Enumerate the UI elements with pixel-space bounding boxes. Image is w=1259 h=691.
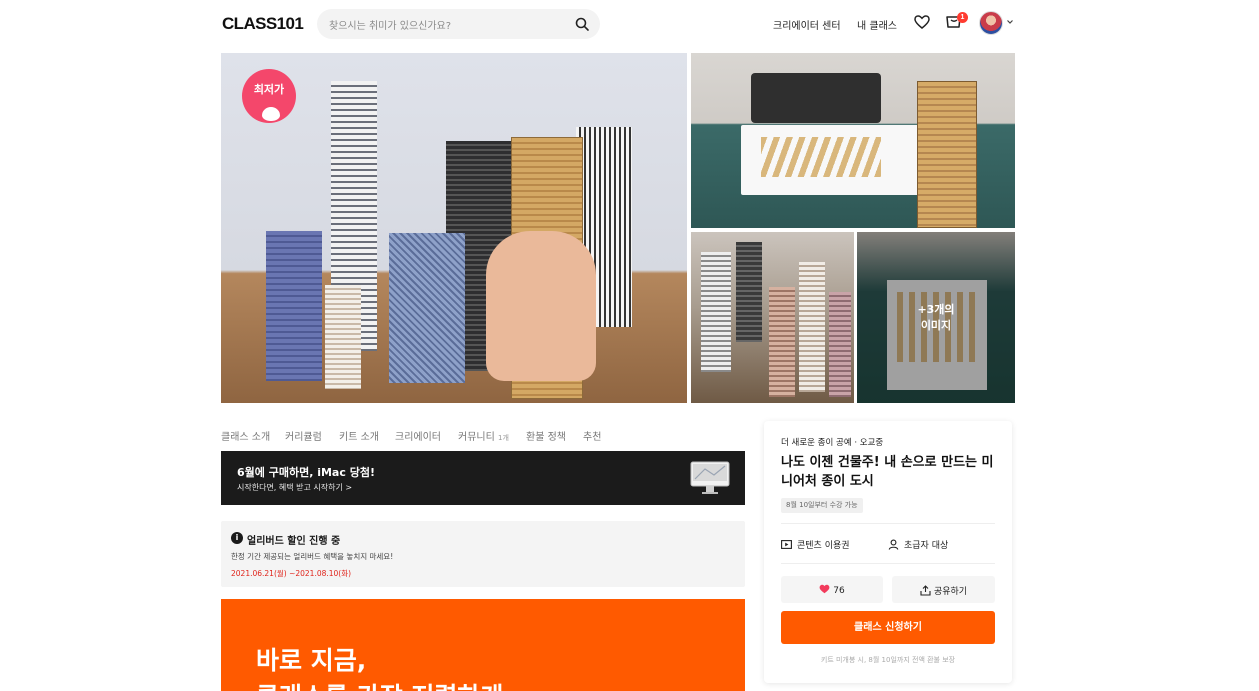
tab-recommend[interactable]: 추천 <box>583 428 601 443</box>
like-count: 76 <box>833 586 845 596</box>
search-bar[interactable]: 찾으시는 취미가 있으신가요? <box>317 9 600 39</box>
more-images-label: +3개의 이미지 <box>917 303 955 332</box>
apply-class-button[interactable]: 클래스 신청하기 <box>781 611 995 644</box>
nav-creator-center[interactable]: 크리에이터 센터 <box>773 17 841 32</box>
start-date-chip: 8월 10일부터 수강 가능 <box>781 498 863 513</box>
top-header: CLASS101 찾으시는 취미가 있으신가요? 크리에이터 센터 내 클래스 … <box>0 0 1259 48</box>
more-images-overlay[interactable]: +3개의 이미지 <box>857 232 1015 403</box>
promo-title: 6월에 구매하면, iMac 당첨! <box>237 466 375 479</box>
banner-headline-2: 클래스를 가장 저렴하게 <box>256 677 503 691</box>
level-info: 초급자 대상 <box>888 538 948 551</box>
tab-class-intro[interactable]: 클래스 소개 <box>221 428 270 443</box>
class-category[interactable]: 더 새로운 종이 공예 · 오교중 <box>781 436 883 448</box>
promo-subtitle[interactable]: 시작한다면, 혜택 받고 시작하기 > <box>237 482 352 493</box>
class-purchase-card: 더 새로운 종이 공예 · 오교중 나도 이젠 건물주! 내 손으로 만드는 미… <box>764 421 1012 683</box>
gallery-photo-2[interactable] <box>691 53 1015 228</box>
imac-icon <box>690 461 730 494</box>
content-pass-label: 콘텐츠 이용권 <box>797 541 850 551</box>
chevron-down-icon[interactable] <box>1006 18 1014 26</box>
cart-count-badge: 1 <box>957 12 968 23</box>
early-bird-title: 얼리버드 할인 진행 중 <box>247 536 341 547</box>
banner-headline-1: 바로 지금, <box>256 646 367 675</box>
refund-guarantee-note: 키트 미개봉 시, 8월 10일까지 전액 환불 보장 <box>820 656 956 664</box>
lowest-price-badge: 최저가 <box>242 69 296 123</box>
gallery-photo-3[interactable] <box>691 232 854 403</box>
nav-my-class[interactable]: 내 클래스 <box>857 17 897 32</box>
main-photo[interactable]: 최저가 <box>221 53 687 403</box>
lowest-price-banner: 바로 지금, 클래스를 가장 저렴하게 <box>221 599 745 691</box>
class101-logo[interactable]: CLASS101 <box>222 14 304 34</box>
tab-community[interactable]: 커뮤니티 1개 <box>458 428 509 443</box>
avatar[interactable] <box>979 11 1003 35</box>
search-input[interactable]: 찾으시는 취미가 있으신가요? <box>329 17 451 32</box>
level-label: 초급자 대상 <box>904 541 949 551</box>
heart-filled-icon <box>819 584 830 594</box>
lowest-price-label: 최저가 <box>253 83 285 96</box>
class-photo-gallery: 최저가 +3개의 이미지 <box>221 53 1015 403</box>
community-count: 1개 <box>498 434 509 442</box>
tab-creator[interactable]: 크리에이터 <box>395 428 441 443</box>
tab-curriculum[interactable]: 커리큘럼 <box>285 428 322 443</box>
share-button[interactable]: 공유하기 <box>892 576 995 603</box>
info-icon: i <box>231 532 243 544</box>
early-bird-description: 한정 기간 제공되는 얼리버드 혜택을 놓치지 마세요! <box>231 552 394 561</box>
heart-icon[interactable] <box>913 13 931 31</box>
play-icon <box>781 540 792 549</box>
share-icon <box>920 585 931 596</box>
person-icon <box>888 539 899 550</box>
imac-promo-banner[interactable]: 6월에 구매하면, iMac 당첨! 시작한다면, 혜택 받고 시작하기 > <box>221 451 745 505</box>
tab-kit-intro[interactable]: 키트 소개 <box>339 428 379 443</box>
early-bird-notice: i 얼리버드 할인 진행 중 한정 기간 제공되는 얼리버드 혜택을 놓치지 마… <box>221 521 745 587</box>
like-button[interactable]: 76 <box>781 576 883 603</box>
class-title: 나도 이젠 건물주! 내 손으로 만드는 미니어처 종이 도시 <box>781 455 994 489</box>
divider <box>781 523 995 524</box>
early-bird-period: 2021.06.21(월) ~2021.08.10(화) <box>231 569 352 578</box>
share-label: 공유하기 <box>933 587 968 597</box>
divider <box>781 563 995 564</box>
bird-icon <box>262 107 280 121</box>
search-icon[interactable] <box>574 16 590 32</box>
tab-refund-policy[interactable]: 환불 정책 <box>526 428 566 443</box>
content-pass-info: 콘텐츠 이용권 <box>781 538 850 551</box>
